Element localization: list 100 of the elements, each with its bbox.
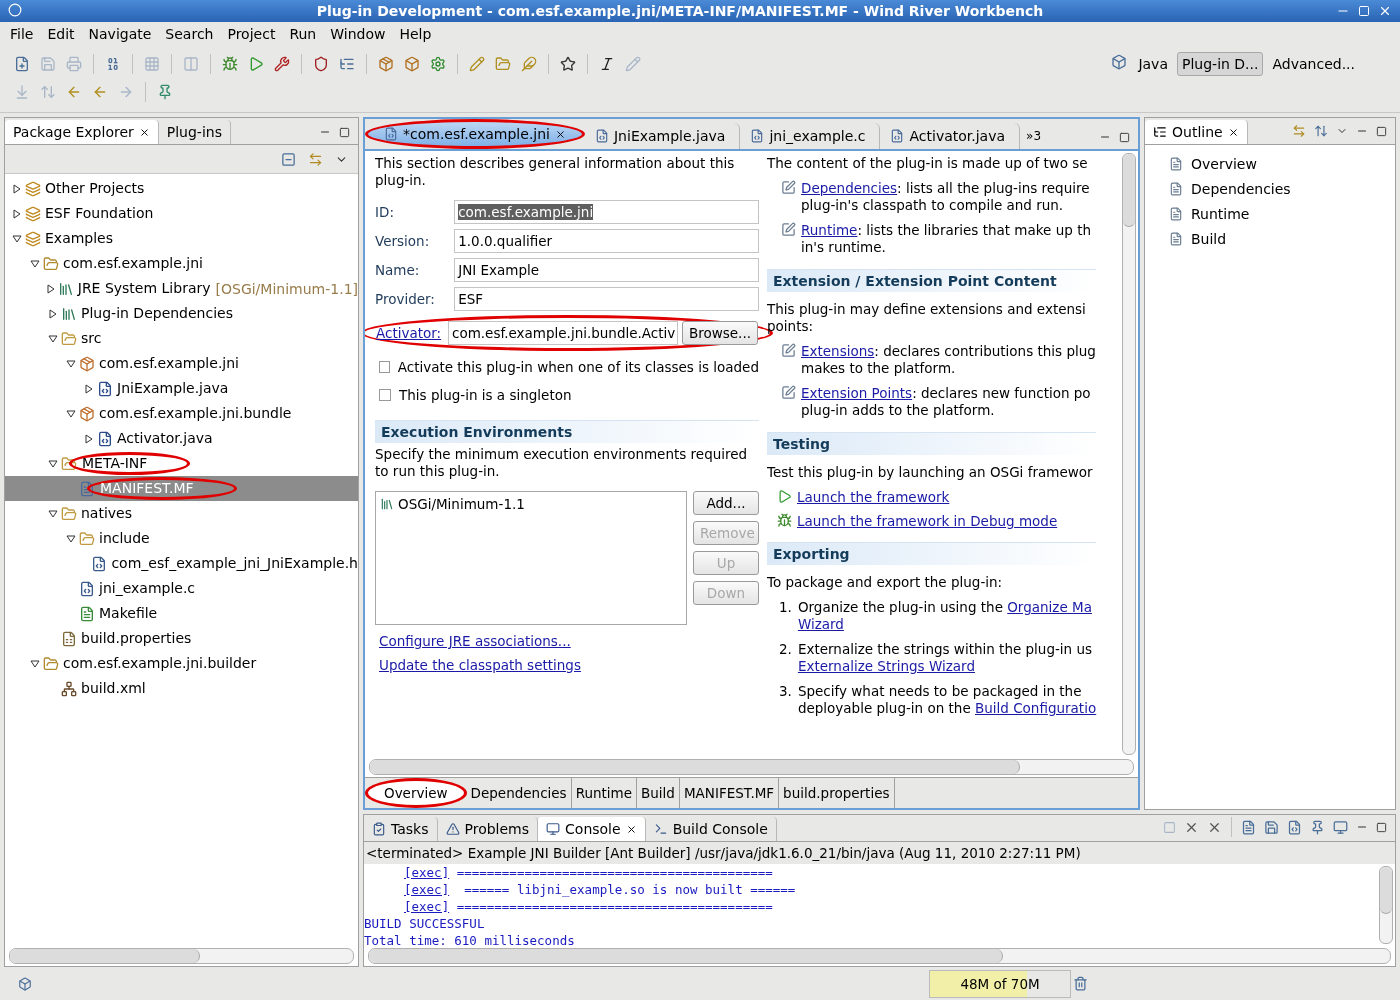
perspective-button[interactable]: Plug-in D... [1177, 52, 1264, 76]
close-icon[interactable] [1227, 126, 1239, 138]
close-icon[interactable] [625, 823, 637, 835]
view-tab[interactable]: Outline [1145, 120, 1248, 144]
page-tab[interactable]: Runtime [571, 778, 638, 808]
twisty-icon[interactable] [12, 233, 22, 244]
horizontal-scrollbar[interactable] [368, 948, 1391, 964]
external-tools-icon[interactable] [272, 54, 292, 74]
tree-item[interactable]: include [5, 526, 358, 551]
view-tab[interactable]: Tasks [364, 817, 438, 841]
link[interactable]: Launch the framework [797, 489, 950, 505]
link[interactable]: Extension Points [801, 385, 913, 401]
link[interactable]: Launch the framework in Debug mode [797, 513, 1058, 529]
tree-item[interactable]: src [5, 326, 358, 351]
twisty-icon[interactable] [12, 208, 22, 219]
menu-item[interactable]: Search [159, 24, 222, 44]
outline-item[interactable]: Dependencies [1191, 180, 1291, 197]
menu-item[interactable]: Project [221, 24, 284, 44]
menu-item[interactable]: Window [324, 24, 394, 44]
text-field[interactable]: ESF [454, 287, 759, 311]
perspective-button[interactable]: Java [1133, 52, 1173, 76]
text-field[interactable]: com.esf.example.jni.bundle.Activ [447, 321, 678, 345]
text-field[interactable]: JNI Example [454, 258, 759, 282]
page-tab[interactable]: Build [637, 778, 680, 808]
link[interactable]: Runtime [801, 222, 858, 238]
gear-icon[interactable] [428, 54, 448, 74]
page-tab[interactable]: build.properties [779, 778, 895, 808]
checkbox[interactable] [379, 388, 391, 401]
link[interactable]: [exec] [404, 899, 450, 914]
link[interactable]: [exec] [404, 865, 450, 880]
menu-item[interactable]: Navigate [82, 24, 160, 44]
horizontal-scrollbar[interactable] [9, 948, 354, 964]
menu-item[interactable]: File [4, 24, 42, 44]
tree-item[interactable]: ESF Foundation [5, 201, 358, 226]
list-item[interactable]: OSGi/Minimum-1.1 [398, 496, 525, 512]
link[interactable]: Externalize Strings Wizard [797, 658, 975, 674]
outline-item[interactable]: Build [1191, 230, 1227, 247]
tree-item[interactable]: JniExample.java [5, 376, 358, 401]
twisty-icon[interactable] [48, 508, 58, 519]
garbage-collect-icon[interactable] [1071, 974, 1090, 993]
pencil-icon[interactable] [467, 54, 487, 74]
twisty-icon[interactable] [48, 308, 58, 319]
link[interactable]: Configure JRE associations... [375, 633, 571, 649]
link[interactable]: Extensions [801, 343, 875, 359]
page-tab[interactable]: Overview [365, 778, 467, 808]
outline-item[interactable]: Overview [1191, 155, 1257, 172]
text-field[interactable]: com.esf.example.jni [454, 200, 759, 224]
close-icon[interactable] [138, 126, 150, 138]
checkbox[interactable] [379, 360, 390, 373]
page-tab[interactable]: MANIFEST.MF [679, 778, 780, 808]
package-icon[interactable] [376, 54, 396, 74]
vertical-scrollbar[interactable] [1379, 866, 1393, 944]
tree-item[interactable]: com_esf_example_jni_JniExample.h [5, 551, 358, 576]
twisty-icon[interactable] [46, 283, 57, 294]
twisty-icon[interactable] [66, 358, 76, 369]
tree-item[interactable]: natives [5, 501, 358, 526]
twisty-icon[interactable] [48, 458, 58, 469]
tree-item[interactable]: com.esf.example.jni.bundle [5, 401, 358, 426]
view-tab[interactable]: Package Explorer [5, 120, 159, 144]
view-tab[interactable]: Plug-ins [158, 120, 231, 144]
tree-item[interactable]: Activator.java [5, 426, 358, 451]
menu-item[interactable]: Edit [41, 24, 83, 44]
box-icon[interactable] [402, 54, 422, 74]
twisty-icon[interactable] [84, 383, 94, 394]
twisty-icon[interactable] [30, 658, 40, 669]
tree-item[interactable]: Examples [5, 226, 358, 251]
twisty-icon[interactable] [66, 408, 76, 419]
menu-item[interactable]: Run [283, 24, 325, 44]
more-tabs-indicator[interactable]: »3 [1020, 129, 1048, 149]
view-tab[interactable]: Build Console [645, 817, 777, 841]
link[interactable]: [exec] [404, 882, 450, 897]
link[interactable]: Update the classpath settings [375, 657, 581, 673]
environment-list[interactable]: OSGi/Minimum-1.1 [375, 491, 687, 625]
close-icon[interactable] [555, 128, 566, 140]
twisty-icon[interactable] [30, 258, 40, 269]
feather-icon[interactable] [519, 54, 539, 74]
tree-item[interactable]: jni_example.c [5, 576, 358, 601]
twisty-icon[interactable] [12, 183, 22, 194]
vertical-scrollbar[interactable] [1122, 153, 1136, 755]
view-tab[interactable]: Console [538, 817, 646, 841]
editor-tab[interactable]: *com.esf.example.jni [365, 119, 585, 149]
tree-item[interactable]: JRE System Library [OSGi/Minimum-1.1] [5, 276, 358, 301]
twisty-icon[interactable] [48, 333, 58, 344]
tree-item[interactable]: com.esf.example.jni [5, 351, 358, 376]
link[interactable]: Activator: [376, 325, 444, 341]
tree-item[interactable]: Other Projects [5, 176, 358, 201]
tree-item[interactable]: build.xml [5, 676, 358, 701]
editor-tab[interactable]: Activator.java [880, 123, 1021, 149]
link[interactable]: Organize Ma [1007, 599, 1092, 615]
browse-button[interactable]: Browse... [681, 321, 758, 345]
horizontal-scrollbar[interactable] [369, 759, 1134, 775]
list-action-button[interactable]: Add... [693, 491, 759, 515]
editor-tab[interactable]: JniExample.java [585, 123, 741, 149]
link[interactable]: Build Configuratio [975, 700, 1097, 716]
link[interactable]: Wizard [797, 616, 844, 632]
menu-item[interactable]: Help [393, 24, 440, 44]
tree-item[interactable]: Makefile [5, 601, 358, 626]
editor-tab[interactable]: jni_example.c [740, 123, 881, 149]
outline-item[interactable]: Runtime [1191, 205, 1250, 222]
perspective-button[interactable]: Advanced... [1267, 52, 1360, 76]
